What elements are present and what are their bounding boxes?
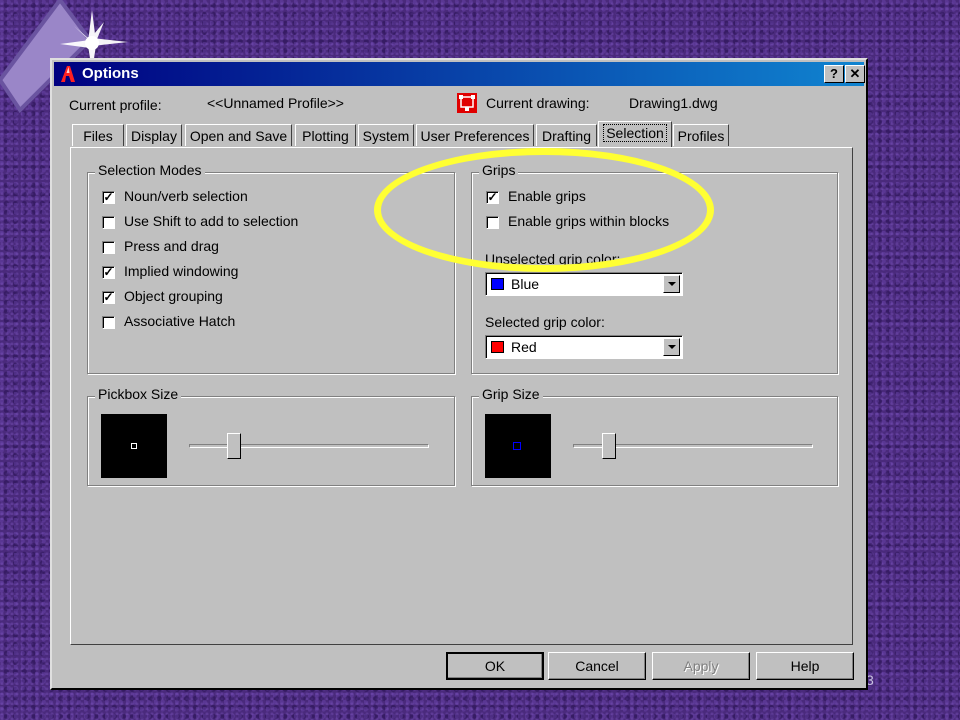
chevron-down-icon[interactable] <box>663 275 680 293</box>
tab-selection[interactable]: Selection <box>598 121 672 147</box>
enable-grips-label[interactable]: Enable grips <box>508 188 586 204</box>
enable-grips-blocks-checkbox[interactable] <box>486 216 499 229</box>
pickbox-size-title: Pickbox Size <box>95 386 182 402</box>
grip-size-title: Grip Size <box>479 386 543 402</box>
tab-plotting[interactable]: Plotting <box>295 124 356 146</box>
use-shift-label[interactable]: Use Shift to add to selection <box>124 213 298 229</box>
press-drag-label[interactable]: Press and drag <box>124 238 219 254</box>
apply-button[interactable]: Apply <box>652 652 750 680</box>
current-drawing-value: Drawing1.dwg <box>629 95 718 111</box>
blue-swatch <box>491 278 504 290</box>
window-title: Options <box>82 65 139 82</box>
options-dialog: Options ? ✕ Current profile: <<Unnamed P… <box>50 58 868 690</box>
tab-drafting[interactable]: Drafting <box>536 124 597 146</box>
associative-hatch-checkbox[interactable] <box>102 316 115 329</box>
press-drag-checkbox[interactable] <box>102 241 115 254</box>
current-drawing-label: Current drawing: <box>486 95 590 111</box>
chevron-down-icon[interactable] <box>663 338 680 356</box>
close-button[interactable]: ✕ <box>845 65 865 83</box>
implied-windowing-label[interactable]: Implied windowing <box>124 263 238 279</box>
selection-modes-title: Selection Modes <box>95 162 205 178</box>
unselected-grip-color-label: Unselected grip color: <box>485 251 621 267</box>
object-grouping-checkbox[interactable]: ✓ <box>102 291 115 304</box>
cancel-button[interactable]: Cancel <box>548 652 646 680</box>
selected-grip-color-label: Selected grip color: <box>485 314 605 330</box>
enable-grips-blocks-label[interactable]: Enable grips within blocks <box>508 213 669 229</box>
object-grouping-label[interactable]: Object grouping <box>124 288 223 304</box>
ok-button[interactable]: OK <box>446 652 544 680</box>
tab-files[interactable]: Files <box>72 124 124 146</box>
tab-user-preferences[interactable]: User Preferences <box>416 124 534 146</box>
red-swatch <box>491 341 504 353</box>
noun-verb-label[interactable]: Noun/verb selection <box>124 188 248 204</box>
unselected-grip-color-value: Blue <box>511 276 540 292</box>
grip-marker <box>513 442 521 450</box>
tab-system[interactable]: System <box>358 124 414 146</box>
tab-display[interactable]: Display <box>126 124 182 146</box>
selected-grip-color-select[interactable]: Red <box>485 335 683 359</box>
pickbox-slider-track[interactable] <box>189 444 429 448</box>
drawing-icon <box>457 93 477 113</box>
grips-title: Grips <box>479 162 519 178</box>
noun-verb-checkbox[interactable]: ✓ <box>102 191 115 204</box>
pickbox-marker <box>131 443 137 449</box>
tab-open-and-save[interactable]: Open and Save <box>185 124 292 146</box>
unselected-grip-color-select[interactable]: Blue <box>485 272 683 296</box>
check-icon: ✓ <box>103 190 114 204</box>
pickbox-slider-thumb[interactable] <box>227 433 242 459</box>
help-title-button[interactable]: ? <box>824 65 844 83</box>
selection-tab-panel: Selection Modes ✓ Noun/verb selection Us… <box>70 147 853 645</box>
use-shift-checkbox[interactable] <box>102 216 115 229</box>
tab-profiles[interactable]: Profiles <box>673 124 729 146</box>
associative-hatch-label[interactable]: Associative Hatch <box>124 313 235 329</box>
check-icon: ✓ <box>103 265 114 279</box>
check-icon: ✓ <box>103 290 114 304</box>
check-icon: ✓ <box>487 190 498 204</box>
title-bar[interactable]: Options ? ✕ <box>54 62 865 86</box>
implied-windowing-checkbox[interactable]: ✓ <box>102 266 115 279</box>
current-profile-value: <<Unnamed Profile>> <box>207 95 344 111</box>
enable-grips-checkbox[interactable]: ✓ <box>486 191 499 204</box>
autocad-a-icon <box>61 66 75 82</box>
help-button[interactable]: Help <box>756 652 854 680</box>
grip-size-slider-thumb[interactable] <box>602 433 617 459</box>
selected-grip-color-value: Red <box>511 339 537 355</box>
grip-preview <box>485 414 551 478</box>
pickbox-preview <box>101 414 167 478</box>
current-profile-label: Current profile: <box>69 97 162 113</box>
